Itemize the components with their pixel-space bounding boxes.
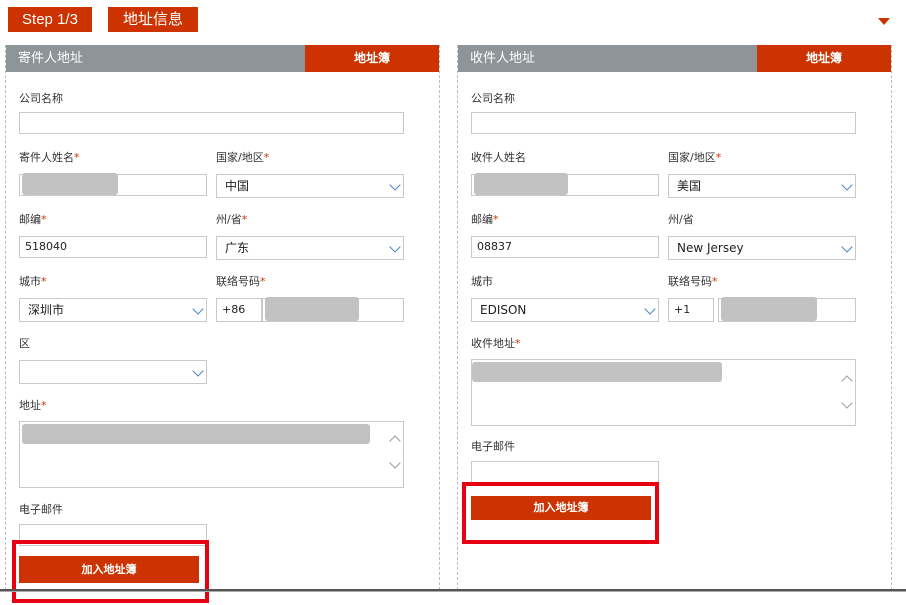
chevron-down-icon	[841, 179, 853, 191]
redacted-phone	[265, 297, 359, 321]
email-label: 电子邮件	[471, 440, 515, 453]
sender-name-input[interactable]	[19, 173, 207, 196]
recipient-name-input[interactable]	[471, 173, 659, 196]
scroll-up-icon[interactable]	[389, 435, 401, 447]
sender-panel-title: 寄件人地址	[18, 51, 84, 66]
chevron-down-icon	[192, 303, 204, 315]
recipient-city-select[interactable]: EDISON	[471, 298, 659, 322]
recipient-state-value: New Jersey	[677, 241, 744, 255]
redacted-address	[472, 362, 722, 382]
email-label: 电子邮件	[19, 503, 63, 516]
sender-country-select[interactable]: 中国	[216, 174, 404, 198]
redacted-name	[474, 173, 568, 195]
sender-city-select[interactable]: 深圳市	[19, 298, 207, 322]
redacted-phone	[721, 297, 817, 321]
sender-phone-code-input[interactable]: +86	[216, 298, 262, 322]
district-label: 区	[19, 337, 30, 350]
sender-city-value: 深圳市	[28, 303, 65, 317]
sender-country-value: 中国	[225, 179, 250, 193]
city-label: 城市	[471, 275, 493, 288]
section-title: 地址信息	[108, 7, 198, 32]
recipient-phone-code-input[interactable]: +1	[668, 298, 714, 322]
chevron-down-icon	[644, 303, 656, 315]
scroll-down-icon[interactable]	[841, 397, 853, 409]
sender-company-input[interactable]	[19, 112, 404, 134]
company-label: 公司名称	[471, 92, 515, 105]
country-label: 国家/地区*	[216, 151, 270, 164]
step-indicator: Step 1/3	[8, 7, 92, 32]
address-label: 地址*	[19, 399, 47, 412]
phone-label: 联络号码*	[216, 275, 266, 288]
sender-postcode-input[interactable]: 518040	[19, 236, 207, 258]
state-label: 州/省*	[216, 213, 248, 226]
recipient-country-select[interactable]: 美国	[668, 174, 856, 198]
recipient-address-book-button[interactable]: 地址簿	[757, 45, 891, 72]
bottom-divider-shadow	[0, 591, 906, 592]
recipient-postcode-input[interactable]: 08837	[471, 236, 659, 258]
sender-phone-number-input[interactable]	[262, 297, 404, 322]
sender-state-value: 广东	[225, 241, 250, 255]
recipient-company-input[interactable]	[471, 112, 856, 134]
scroll-up-icon[interactable]	[841, 375, 853, 387]
state-label: 州/省	[668, 213, 694, 226]
chevron-down-icon	[389, 241, 401, 253]
recipient-panel-header: 收件人地址 地址簿	[458, 45, 891, 72]
recipient-name-label: 收件人姓名	[471, 151, 526, 164]
chevron-down-icon	[841, 241, 853, 253]
redacted-address	[22, 424, 370, 444]
caret-down-icon[interactable]	[878, 18, 890, 25]
recipient-country-value: 美国	[677, 179, 702, 193]
redacted-name	[22, 173, 118, 195]
sender-address-panel: 寄件人地址 地址簿 公司名称 寄件人姓名* 国家/地区* 中国 邮编* 5180…	[5, 45, 440, 590]
highlight-box-recipient	[462, 482, 659, 544]
country-label: 国家/地区*	[668, 151, 722, 164]
city-label: 城市*	[19, 275, 47, 288]
recipient-phone-number-input[interactable]	[718, 297, 856, 322]
recipient-panel-title: 收件人地址	[470, 51, 536, 66]
sender-name-label: 寄件人姓名*	[19, 151, 80, 164]
sender-panel-header: 寄件人地址 地址簿	[6, 45, 439, 72]
company-label: 公司名称	[19, 92, 63, 105]
recipient-address-textarea[interactable]	[471, 359, 856, 426]
sender-state-select[interactable]: 广东	[216, 236, 404, 260]
highlight-box-sender	[12, 540, 209, 603]
sender-address-book-button[interactable]: 地址簿	[305, 45, 439, 72]
chevron-down-icon	[389, 179, 401, 191]
recipient-state-select[interactable]: New Jersey	[668, 236, 856, 260]
recipient-city-value: EDISON	[480, 303, 527, 317]
scroll-down-icon[interactable]	[389, 457, 401, 469]
sender-address-textarea[interactable]	[19, 421, 404, 488]
phone-label: 联络号码*	[668, 275, 718, 288]
postcode-label: 邮编*	[19, 213, 47, 226]
postcode-label: 邮编*	[471, 213, 499, 226]
recipient-address-label: 收件地址*	[471, 337, 521, 350]
recipient-email-input[interactable]	[471, 461, 659, 483]
sender-district-select[interactable]	[19, 360, 207, 384]
chevron-down-icon	[192, 365, 204, 377]
